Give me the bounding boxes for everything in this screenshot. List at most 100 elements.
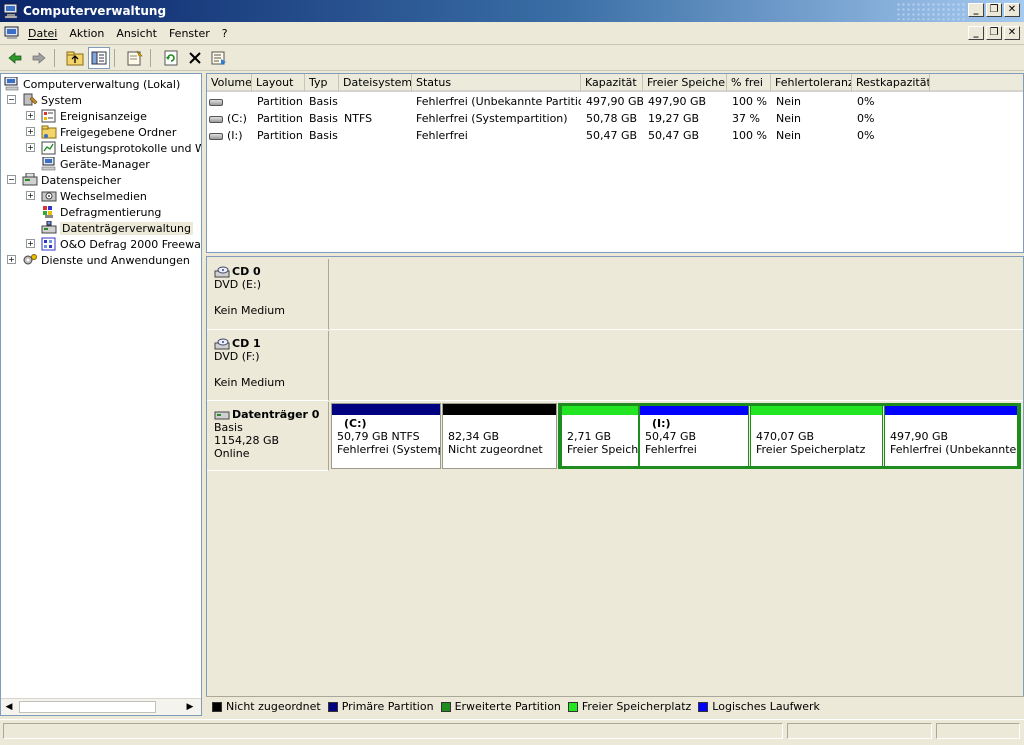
disk-info-cd1[interactable]: CD 1 DVD (F:) Kein Medium [207,331,329,401]
cell-freier-speicher: 50,47 GB [648,129,700,142]
mdi-close-button[interactable]: ✕ [1004,26,1020,40]
tree-label: Ereignisanzeige [60,109,147,123]
partition-status: Freier Speicherplatz [756,443,866,456]
tree-item-datentraegerverwaltung[interactable]: Datenträgerverwaltung [41,220,193,236]
mdi-restore-button[interactable]: ❐ [986,26,1002,40]
tree-item-wechselmedien[interactable]: Wechselmedien [41,188,147,204]
tree-label: Computerverwaltung (Lokal) [23,77,181,91]
menu-fenster[interactable]: Fenster [165,27,218,40]
tree-item-oo-defrag[interactable]: O&O Defrag 2000 Freeware [41,236,202,252]
hard-drive-icon [209,98,223,106]
cell-dateisystem [344,127,412,144]
column-header-kapazitaet[interactable]: Kapazität [581,74,643,92]
column-header-typ[interactable]: Typ [305,74,339,92]
partition-i[interactable]: (I:) 50,47 GB Fehlerfrei [639,403,749,469]
expand-freigegebene[interactable]: + [26,127,35,136]
tree-label: Datenträgerverwaltung [60,221,193,235]
table-row[interactable] [209,93,252,110]
partition-free-space-1[interactable]: 2,71 GBFreier Speicherplatz [561,403,639,469]
cell-kapazitaet: 50,78 GB [586,112,638,125]
hard-drive-icon [209,132,223,140]
tree-item-dienste-anwendungen[interactable]: Dienste und Anwendungen [22,252,190,268]
expand-ereignisanzeige[interactable]: + [26,111,35,120]
column-header-empty [930,74,1023,92]
expand-oodefrag[interactable]: + [26,239,35,248]
up-folder-icon[interactable] [64,47,86,69]
menu-ansicht[interactable]: Ansicht [112,27,165,40]
tree-item-geraete-manager[interactable]: Geräte-Manager [41,156,150,172]
expand-dienste[interactable]: + [7,255,16,264]
cell-fehlertoleranz: Nein [776,112,802,125]
column-header-layout[interactable]: Layout [252,74,305,92]
cell-prozent-frei: 100 % [732,129,767,142]
close-button[interactable]: ✕ [1004,3,1020,17]
tree-item-root[interactable]: Computerverwaltung (Lokal) [4,76,180,92]
partition-free-space-2[interactable]: 470,07 GB Freier Speicherplatz [750,403,883,469]
disk-info-cd0[interactable]: CD 0 DVD (E:) Kein Medium [207,259,329,330]
scroll-left-icon[interactable]: ◀ [4,702,14,712]
tree-item-defragmentierung[interactable]: Defragmentierung [41,204,161,220]
partition-color-bar [443,404,556,415]
disk-management-icon [41,220,57,235]
expand-leistung[interactable]: + [26,143,35,152]
disk-info-disk0[interactable]: Datenträger 0 Basis 1154,28 GB Online [207,402,329,471]
properties-icon[interactable] [124,47,146,69]
table-row[interactable]: (I:) [209,127,252,144]
menu-help[interactable]: ? [218,27,236,40]
restore-button[interactable]: ❐ [986,3,1002,17]
refresh-icon[interactable] [160,47,182,69]
tree-label: O&O Defrag 2000 Freeware [60,237,202,251]
tree-item-freigegebene-ordner[interactable]: Freigegebene Ordner [41,124,176,140]
tree-item-ereignisanzeige[interactable]: Ereignisanzeige [41,108,147,124]
scroll-right-icon[interactable]: ▶ [185,702,195,712]
minimize-button[interactable]: _ [968,3,984,17]
partition-unallocated[interactable]: 82,34 GB Nicht zugeordnet [442,403,557,469]
cell-dateisystem [344,93,412,110]
volume-list[interactable]: Volume Layout Typ Dateisystem Status Kap… [206,73,1024,253]
console-tree[interactable]: Computerverwaltung (Lokal) − System + Er… [0,73,202,716]
cell-freier-speicher: 19,27 GB [648,112,700,125]
computer-management-icon [3,3,19,19]
disk-graphical-view[interactable]: CD 0 DVD (E:) Kein Medium CD 1 DVD (F:) … [206,256,1024,716]
show-hide-tree-icon[interactable] [88,47,110,69]
document-window-icon[interactable] [4,25,20,41]
partition-color-bar [885,404,1017,415]
disk-area-cd0[interactable] [330,259,1023,330]
disk-type: Basis [214,421,243,434]
delete-icon[interactable] [184,47,206,69]
column-header-freier-speicher[interactable]: Freier Speicher [643,74,727,92]
column-header-dateisystem[interactable]: Dateisystem [339,74,412,92]
column-header-status[interactable]: Status [412,74,581,92]
legend-item: Logisches Laufwerk [696,700,820,713]
cell-status: Fehlerfrei (Systempartition) [416,112,568,125]
menu-datei[interactable]: Datei [24,27,65,40]
mdi-minimize-button[interactable]: _ [968,26,984,40]
column-header-volume[interactable]: Volume [207,74,252,92]
disk-media-status: Kein Medium [214,376,285,389]
toolbar-separator [150,49,156,67]
legend-swatch [212,701,222,712]
column-header-fehlertoleranz[interactable]: Fehlertoleranz [771,74,852,92]
cell-status: Fehlerfrei (Unbekannte Partition) [416,95,581,108]
partition-unknown[interactable]: 497,90 GBFehlerfrei (Unbekannte Partitio… [884,403,1018,469]
cell-freier-speicher: 497,90 GB [648,95,707,108]
tree-label: Geräte-Manager [60,157,150,171]
tree-horizontal-scrollbar[interactable]: ◀ ▶ [1,698,201,715]
menu-aktion[interactable]: Aktion [65,27,112,40]
export-icon[interactable] [208,47,230,69]
collapse-system[interactable]: − [7,95,16,104]
tree-item-leistungsprotokolle[interactable]: Leistungsprotokolle und Warn [41,140,201,156]
column-header-prozent-frei[interactable]: % frei [727,74,771,92]
tree-item-datenspeicher[interactable]: Datenspeicher [22,172,121,188]
tree-item-system[interactable]: System [22,92,82,108]
expand-wechselmedien[interactable]: + [26,191,35,200]
collapse-datenspeicher[interactable]: − [7,175,16,184]
scroll-thumb[interactable] [19,701,156,713]
partition-c[interactable]: (C:)50,79 GB NTFSFehlerfrei (Systemparti… [331,403,441,469]
table-row[interactable]: (C:) [209,110,252,127]
forward-arrow-icon[interactable] [28,47,50,69]
device-manager-icon [41,156,57,171]
back-arrow-icon[interactable] [4,47,26,69]
column-header-restkapazitaet[interactable]: Restkapazität [852,74,930,92]
disk-area-cd1[interactable] [330,331,1023,401]
